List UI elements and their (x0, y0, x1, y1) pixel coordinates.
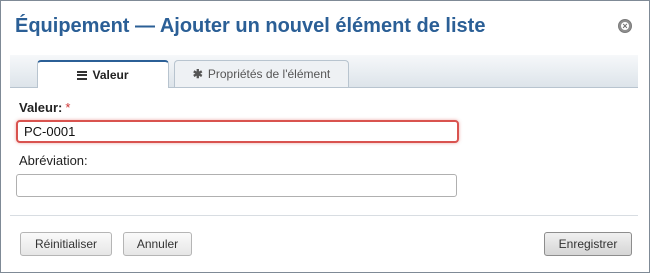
value-field-label: Valeur: * (19, 100, 70, 115)
value-label-text: Valeur: (19, 100, 63, 115)
tab-valeur-label: Valeur (92, 68, 129, 82)
footer-divider (10, 215, 638, 216)
required-marker: * (65, 100, 71, 115)
close-icon[interactable]: × (618, 19, 632, 33)
tab-item-properties[interactable]: ✱ Propriétés de l'élément (174, 60, 349, 87)
list-icon (77, 70, 88, 80)
cancel-button[interactable]: Annuler (123, 232, 192, 256)
abbreviation-input[interactable] (16, 174, 457, 197)
save-button[interactable]: Enregistrer (544, 232, 632, 256)
tab-valeur[interactable]: Valeur (37, 60, 169, 88)
asterisk-icon: ✱ (192, 67, 203, 81)
dialog-title: Équipement — Ajouter un nouvel élément d… (15, 15, 486, 37)
tab-bar: Valeur ✱ Propriétés de l'élément (10, 55, 638, 88)
add-list-item-dialog: Équipement — Ajouter un nouvel élément d… (0, 0, 650, 273)
close-x-glyph: × (622, 21, 628, 31)
reset-button[interactable]: Réinitialiser (20, 232, 112, 256)
tab-item-properties-label: Propriétés de l'élément (207, 67, 331, 81)
abbreviation-field-label: Abréviation: (19, 153, 88, 168)
value-input[interactable] (16, 120, 459, 143)
